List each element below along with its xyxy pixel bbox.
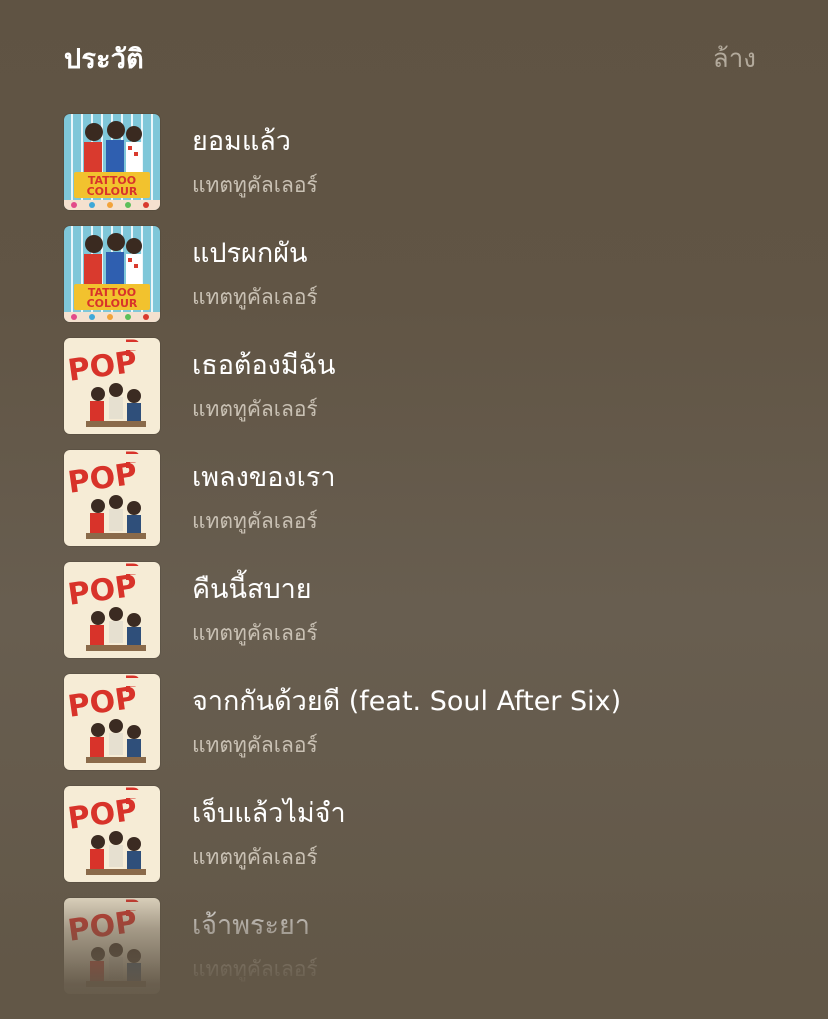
artist-name: แทตทูคัลเลอร์ xyxy=(192,509,318,533)
song-title: เพลงของเรา xyxy=(192,462,336,493)
album-art: TATTOO COLOUR xyxy=(64,114,160,210)
svg-text:COLOUR: COLOUR xyxy=(87,297,138,310)
album-art: POP P xyxy=(64,786,160,882)
song-title: จากกันด้วยดี (feat. Soul After Six) xyxy=(192,686,622,717)
pop-pop-cover-icon: POP P xyxy=(64,338,160,434)
list-item[interactable]: POP P จากกันด้วยดี (feat. Soul After Six… xyxy=(64,674,808,786)
list-item[interactable]: POP P เธอต้องมีฉัน แทตทูคัลเลอร์ xyxy=(64,338,808,450)
artist-name: แทตทูคัลเลอร์ xyxy=(192,397,318,421)
pop-pop-cover-icon: POP P xyxy=(64,898,160,994)
song-title: เจ้าพระยา xyxy=(192,910,310,941)
list-item[interactable]: POP P เพลงของเรา แทตทูคัลเลอร์ xyxy=(64,450,808,562)
svg-text:COLOUR: COLOUR xyxy=(87,185,138,198)
album-art: TATTOO COLOUR xyxy=(64,226,160,322)
album-art: POP P xyxy=(64,450,160,546)
history-list: TATTOO COLOUR ยอมแล้ว แทตทูคัลเลอร์ TATT… xyxy=(64,114,808,1010)
artist-name: แทตทูคัลเลอร์ xyxy=(192,733,318,757)
song-title: เจ็บแล้วไม่จำ xyxy=(192,798,346,829)
pop-pop-cover-icon: POP P xyxy=(64,450,160,546)
artist-name: แทตทูคัลเลอร์ xyxy=(192,621,318,645)
list-item[interactable]: POP P คืนนี้สบาย แทตทูคัลเลอร์ xyxy=(64,562,808,674)
list-item[interactable]: POP P เจ้าพระยา แทตทูคัลเลอร์ xyxy=(64,898,808,1010)
song-title: เธอต้องมีฉัน xyxy=(192,350,336,381)
artist-name: แทตทูคัลเลอร์ xyxy=(192,845,318,869)
song-title: แปรผกผัน xyxy=(192,238,308,269)
artist-name: แทตทูคัลเลอร์ xyxy=(192,957,318,981)
artist-name: แทตทูคัลเลอร์ xyxy=(192,173,318,197)
list-item[interactable]: TATTOO COLOUR ยอมแล้ว แทตทูคัลเลอร์ xyxy=(64,114,808,226)
artist-name: แทตทูคัลเลอร์ xyxy=(192,285,318,309)
pop-pop-cover-icon: POP P xyxy=(64,786,160,882)
clear-history-button[interactable]: ล้าง xyxy=(713,38,756,79)
page-title: ประวัติ xyxy=(64,43,144,75)
album-art: POP P xyxy=(64,674,160,770)
list-item[interactable]: POP P เจ็บแล้วไม่จำ แทตทูคัลเลอร์ xyxy=(64,786,808,898)
song-title: ยอมแล้ว xyxy=(192,126,291,157)
tattoo-colour-cover-icon: TATTOO COLOUR xyxy=(64,114,160,210)
pop-pop-cover-icon: POP P xyxy=(64,562,160,658)
album-art: POP P xyxy=(64,338,160,434)
album-art: POP P xyxy=(64,898,160,994)
tattoo-colour-cover-icon: TATTOO COLOUR xyxy=(64,226,160,322)
pop-pop-cover-icon: POP P xyxy=(64,674,160,770)
album-art: POP P xyxy=(64,562,160,658)
list-item[interactable]: TATTOO COLOUR แปรผกผัน แทตทูคัลเลอร์ xyxy=(64,226,808,338)
history-header: ประวัติ ล้าง xyxy=(64,36,756,80)
song-title: คืนนี้สบาย xyxy=(192,574,312,605)
